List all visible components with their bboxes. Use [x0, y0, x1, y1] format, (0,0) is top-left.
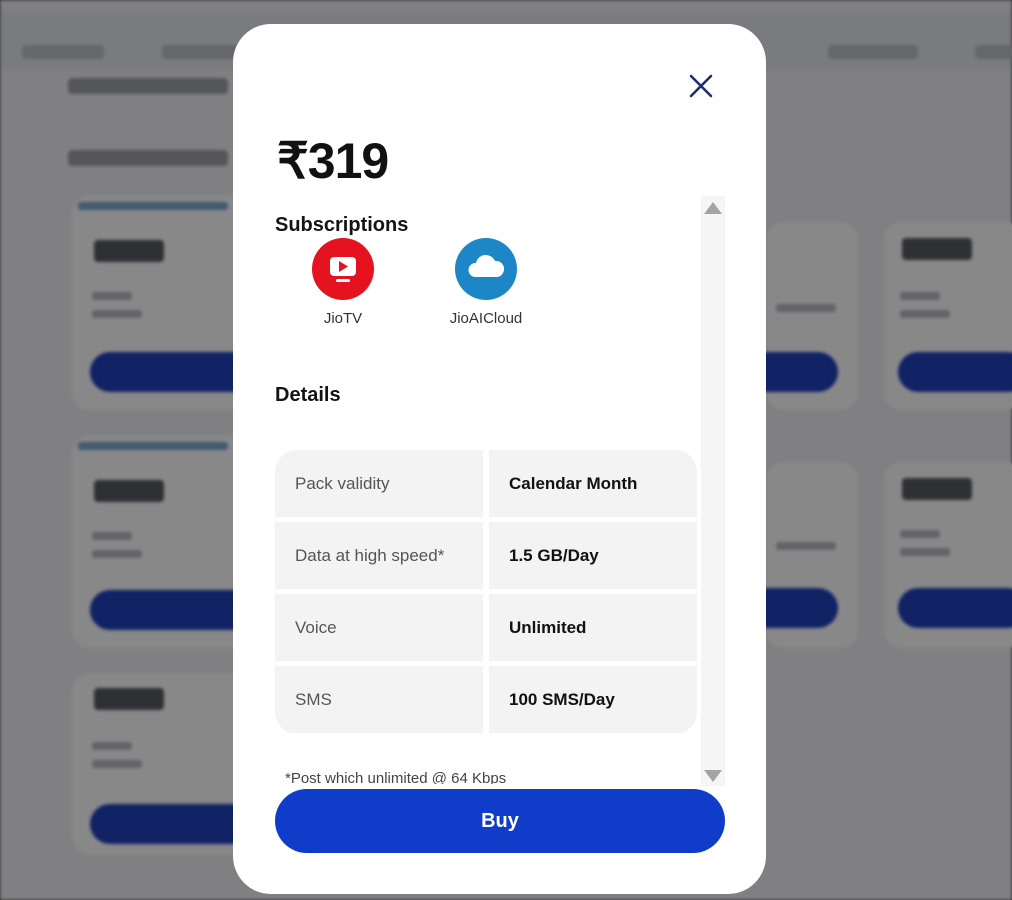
plan-price: ₹319 [277, 133, 389, 189]
speed-footnote: *Post which unlimited @ 64 Kbps [285, 770, 507, 784]
detail-value: Calendar Month [489, 450, 697, 517]
subscription-label: JioAICloud [449, 310, 523, 327]
detail-key: Data at high speed* [275, 522, 483, 589]
close-icon [689, 74, 713, 98]
plan-details-modal: ₹319 Subscriptions JioTV JioAICloud Deta… [233, 24, 766, 894]
scroll-up-arrow-icon[interactable] [704, 202, 722, 214]
jiotv-icon [312, 238, 374, 300]
subscription-jiotv[interactable]: JioTV [283, 238, 403, 327]
buy-button[interactable]: Buy [275, 789, 725, 853]
details-row: Pack validity Calendar Month [275, 450, 697, 517]
close-button[interactable] [687, 72, 715, 100]
subscription-label: JioTV [323, 310, 363, 327]
detail-value: Unlimited [489, 594, 697, 661]
details-row: Voice Unlimited [275, 594, 697, 661]
detail-value: 1.5 GB/Day [489, 522, 697, 589]
details-row: Data at high speed* 1.5 GB/Day [275, 522, 697, 589]
scrollbar[interactable] [701, 196, 725, 786]
plan-details-scroll-area[interactable]: Subscriptions JioTV JioAICloud Details P… [275, 194, 725, 784]
details-row: SMS 100 SMS/Day [275, 666, 697, 733]
details-heading: Details [275, 384, 341, 406]
jioaicloud-icon [455, 238, 517, 300]
subscriptions-heading: Subscriptions [275, 214, 409, 236]
scroll-down-arrow-icon[interactable] [704, 770, 722, 782]
subscriptions-list: JioTV JioAICloud [275, 238, 695, 348]
detail-value: 100 SMS/Day [489, 666, 697, 733]
subscription-jioaicloud[interactable]: JioAICloud [426, 238, 546, 327]
detail-key: Voice [275, 594, 483, 661]
detail-key: Pack validity [275, 450, 483, 517]
details-table: Pack validity Calendar Month Data at hig… [275, 450, 697, 734]
detail-key: SMS [275, 666, 483, 733]
